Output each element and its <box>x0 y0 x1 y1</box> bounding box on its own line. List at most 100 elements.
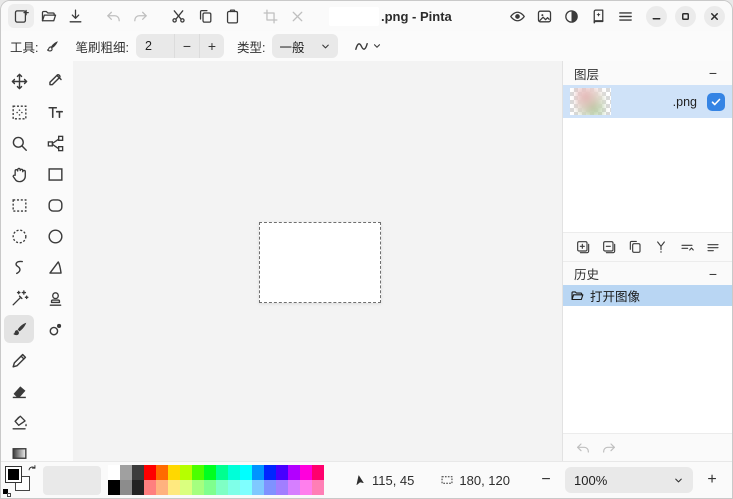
palette-swatch[interactable] <box>288 465 300 480</box>
maximize-button[interactable] <box>675 6 696 27</box>
redo-button[interactable] <box>127 4 153 28</box>
palette-swatch[interactable] <box>312 465 324 480</box>
palette-swatch[interactable] <box>204 480 216 495</box>
palette-swatch[interactable] <box>276 480 288 495</box>
palette-swatch[interactable] <box>156 480 168 495</box>
brush-width-decrease-button[interactable]: − <box>174 34 199 58</box>
paste-button[interactable] <box>219 4 245 28</box>
minimize-button[interactable] <box>646 6 667 27</box>
duplicate-layer-button[interactable] <box>624 236 645 258</box>
palette-swatch[interactable] <box>252 465 264 480</box>
line-style-button[interactable] <box>353 38 382 55</box>
freeform-shape-tool[interactable] <box>40 253 70 281</box>
palette-swatch[interactable] <box>180 480 192 495</box>
view-menu-button[interactable] <box>504 4 530 28</box>
palette-swatch[interactable] <box>132 480 144 495</box>
cut-button[interactable] <box>165 4 191 28</box>
zoom-out-button[interactable]: − <box>536 471 556 489</box>
palette-swatch[interactable] <box>120 480 132 495</box>
palette-swatch[interactable] <box>144 480 156 495</box>
history-redo-button[interactable] <box>601 440 617 456</box>
brush-width-increase-button[interactable]: + <box>199 34 224 58</box>
raise-layer-button[interactable] <box>676 236 697 258</box>
history-undo-button[interactable] <box>575 440 591 456</box>
close-button[interactable] <box>704 6 725 27</box>
delete-layer-button[interactable] <box>598 236 619 258</box>
eraser-tool[interactable] <box>4 377 34 405</box>
palette-swatch[interactable] <box>288 480 300 495</box>
rounded-rectangle-tool[interactable] <box>40 191 70 219</box>
rectangle-select-tool[interactable] <box>4 191 34 219</box>
layer-properties-button[interactable] <box>702 236 723 258</box>
history-collapse-button[interactable]: − <box>705 267 721 281</box>
history-item[interactable]: 打开图像 <box>563 285 732 306</box>
palette-swatch[interactable] <box>264 465 276 480</box>
ellipse-tool[interactable] <box>40 222 70 250</box>
palette-swatch[interactable] <box>156 465 168 480</box>
palette-swatch[interactable] <box>132 465 144 480</box>
add-layer-button[interactable] <box>572 236 593 258</box>
layer-visibility-checkbox[interactable] <box>707 93 725 111</box>
palette-swatch[interactable] <box>144 465 156 480</box>
move-selected-tool[interactable] <box>4 67 34 95</box>
image-menu-button[interactable] <box>531 4 557 28</box>
palette-swatch[interactable] <box>180 465 192 480</box>
palette-swatch[interactable] <box>300 480 312 495</box>
open-button[interactable] <box>35 4 61 28</box>
magic-wand-tool[interactable] <box>4 284 34 312</box>
rectangle-tool[interactable] <box>40 160 70 188</box>
reset-colors-icon[interactable] <box>3 489 11 497</box>
layers-collapse-button[interactable]: − <box>705 66 721 80</box>
undo-button[interactable] <box>100 4 126 28</box>
text-tool[interactable] <box>40 98 70 126</box>
primary-color-swatch[interactable] <box>5 466 22 483</box>
move-selection-tool[interactable] <box>4 98 34 126</box>
palette-swatch[interactable] <box>228 465 240 480</box>
brush-type-dropdown[interactable]: 一般 <box>272 34 338 58</box>
clone-stamp-tool[interactable] <box>40 284 70 312</box>
copy-button[interactable] <box>192 4 218 28</box>
paint-bucket-tool[interactable] <box>4 408 34 436</box>
canvas[interactable] <box>259 222 381 303</box>
palette-swatch[interactable] <box>264 480 276 495</box>
crop-button[interactable] <box>257 4 283 28</box>
palette-swatch[interactable] <box>300 465 312 480</box>
effects-menu-button[interactable] <box>585 4 611 28</box>
palette-swatch[interactable] <box>216 465 228 480</box>
palette-swatch[interactable] <box>276 465 288 480</box>
save-button[interactable] <box>62 4 88 28</box>
recolor-tool[interactable] <box>40 315 70 343</box>
palette-swatch[interactable] <box>204 465 216 480</box>
palette-swatch[interactable] <box>168 465 180 480</box>
palette-swatch[interactable] <box>120 465 132 480</box>
palette-swatch[interactable] <box>252 480 264 495</box>
ellipse-select-tool[interactable] <box>4 222 34 250</box>
palette-swatch[interactable] <box>108 480 120 495</box>
recently-used-colors[interactable] <box>43 466 101 495</box>
layer-row[interactable]: .png <box>563 85 732 118</box>
palette-swatch[interactable] <box>192 465 204 480</box>
line-curve-tool[interactable] <box>40 129 70 157</box>
merge-layer-down-button[interactable] <box>650 236 671 258</box>
palette-swatch[interactable] <box>312 480 324 495</box>
lasso-select-tool[interactable] <box>4 253 34 281</box>
palette-swatch[interactable] <box>192 480 204 495</box>
palette-swatch[interactable] <box>216 480 228 495</box>
palette-swatch[interactable] <box>240 480 252 495</box>
palette-swatch[interactable] <box>228 480 240 495</box>
zoom-tool[interactable] <box>4 129 34 157</box>
zoom-in-button[interactable]: + <box>702 471 722 489</box>
main-menu-button[interactable] <box>612 4 638 28</box>
new-image-button[interactable] <box>8 4 34 28</box>
swap-colors-icon[interactable] <box>27 464 37 474</box>
palette-swatch[interactable] <box>108 465 120 480</box>
canvas-area[interactable] <box>73 61 562 461</box>
color-picker-tool[interactable] <box>40 67 70 95</box>
deselect-button[interactable] <box>284 4 310 28</box>
paintbrush-tool[interactable] <box>4 315 34 343</box>
pencil-tool[interactable] <box>4 346 34 374</box>
color-swap-widget[interactable] <box>3 464 37 497</box>
palette-swatch[interactable] <box>168 480 180 495</box>
zoom-dropdown[interactable]: 100% <box>565 467 693 493</box>
adjustments-menu-button[interactable] <box>558 4 584 28</box>
